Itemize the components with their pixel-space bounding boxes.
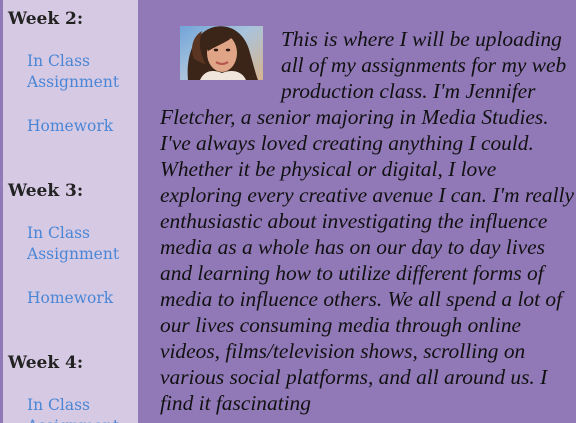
week-3-in-class-assignment-link[interactable]: In Class Assignment [27, 223, 132, 265]
week-4-heading: Week 4: [8, 353, 84, 373]
page: Week 2: In Class Assignment Homework Wee… [0, 0, 576, 423]
week-2-in-class-assignment-link[interactable]: In Class Assignment [27, 51, 132, 93]
sidebar-nav: Week 2: In Class Assignment Homework Wee… [3, 0, 138, 423]
week-2-heading: Week 2: [8, 9, 84, 29]
week-3-heading: Week 3: [8, 181, 84, 201]
main-content: This is where I will be uploading all of… [160, 26, 576, 423]
week-3-homework-link[interactable]: Homework [27, 288, 132, 309]
week-4-in-class-assignment-link[interactable]: In Class Assignment [27, 395, 132, 423]
intro-paragraph: This is where I will be uploading all of… [160, 27, 574, 415]
week-2-homework-link[interactable]: Homework [27, 116, 132, 137]
profile-photo [180, 26, 263, 80]
